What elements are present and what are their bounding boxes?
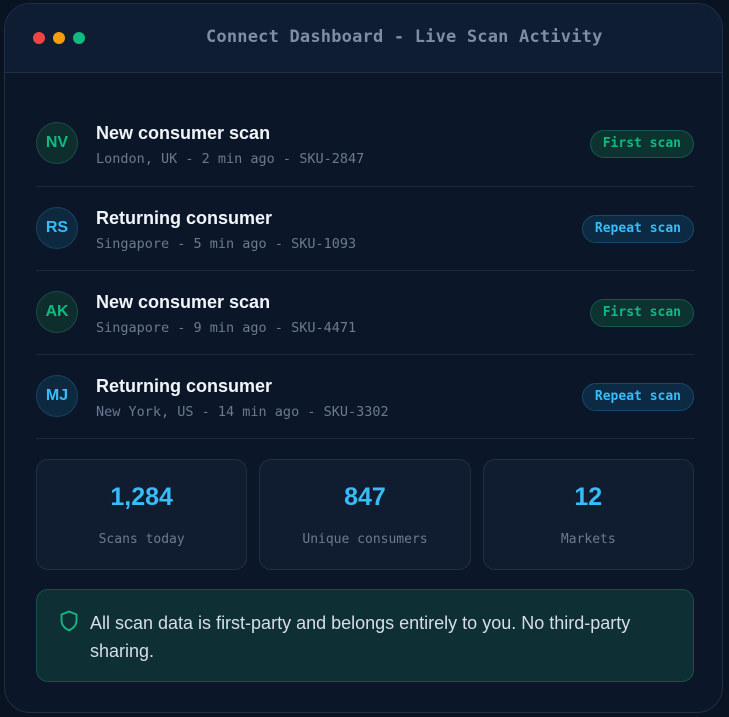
scan-row[interactable]: AK New consumer scan Singapore - 9 min a… xyxy=(36,271,694,355)
minimize-window-button[interactable] xyxy=(53,32,65,44)
scan-type-badge: First scan xyxy=(589,299,694,327)
shield-icon xyxy=(60,610,78,632)
avatar: MJ xyxy=(36,375,78,417)
scan-details: Singapore - 5 min ago - SKU-1093 xyxy=(96,236,357,252)
notice-text: All scan data is first-party and belongs… xyxy=(90,613,631,661)
close-window-button[interactable] xyxy=(33,32,45,44)
avatar: NV xyxy=(36,122,78,164)
scan-title: New consumer scan xyxy=(96,292,271,312)
scan-title: Returning consumer xyxy=(96,208,273,228)
stat-value: 12 xyxy=(574,483,603,511)
scan-details: New York, US - 14 min ago - SKU-3302 xyxy=(96,404,389,420)
scan-title: Returning consumer xyxy=(96,376,273,396)
stat-label: Unique consumers xyxy=(302,532,428,547)
stat-value: 1,284 xyxy=(110,483,173,511)
scan-row[interactable]: MJ Returning consumer New York, US - 14 … xyxy=(36,355,694,439)
scan-details: Singapore - 9 min ago - SKU-4471 xyxy=(96,320,357,336)
title-bar: Connect Dashboard - Live Scan Activity xyxy=(5,4,722,73)
scan-type-badge: Repeat scan xyxy=(581,383,694,411)
window-title: Connect Dashboard - Live Scan Activity xyxy=(206,27,603,47)
avatar: AK xyxy=(36,291,78,333)
avatar: RS xyxy=(36,207,78,249)
scan-title: New consumer scan xyxy=(96,123,271,143)
stat-label: Scans today xyxy=(98,532,185,547)
scan-row[interactable]: RS Returning consumer Singapore - 5 min … xyxy=(36,187,694,271)
scan-details: London, UK - 2 min ago - SKU-2847 xyxy=(96,151,365,167)
maximize-window-button[interactable] xyxy=(73,32,85,44)
stats-row: 1,284 Scans today 847 Unique consumers 1… xyxy=(36,459,694,570)
stat-card-markets: 12 Markets xyxy=(482,459,694,570)
stat-card-scans-today: 1,284 Scans today xyxy=(36,459,248,570)
stat-value: 847 xyxy=(344,483,386,511)
dashboard-window: Connect Dashboard - Live Scan Activity N… xyxy=(4,3,723,713)
scan-type-badge: First scan xyxy=(589,130,694,158)
stat-card-unique-consumers: 847 Unique consumers xyxy=(259,459,471,570)
scan-type-badge: Repeat scan xyxy=(581,215,694,243)
scan-row[interactable]: NV New consumer scan London, UK - 2 min … xyxy=(36,102,694,187)
scan-activity-list: NV New consumer scan London, UK - 2 min … xyxy=(36,102,694,439)
stat-label: Markets xyxy=(560,532,616,547)
window-controls xyxy=(33,32,85,44)
data-ownership-notice: All scan data is first-party and belongs… xyxy=(36,589,694,682)
